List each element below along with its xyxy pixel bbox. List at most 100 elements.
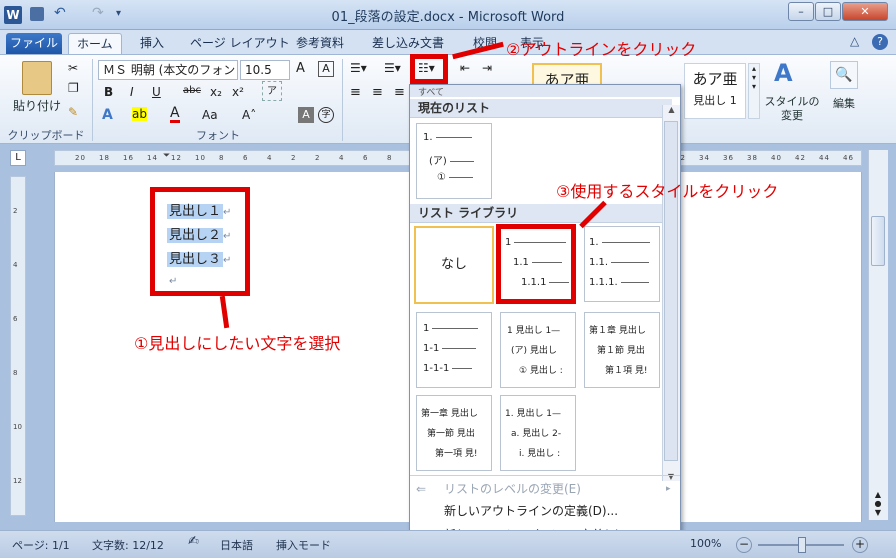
save-icon[interactable] (30, 7, 44, 21)
grow-font-icon[interactable]: A (296, 61, 305, 76)
list-row-line (448, 176, 473, 178)
ruler-tick: 6 (243, 154, 249, 162)
zoom-level[interactable]: 100% (690, 537, 721, 550)
increase-indent-icon[interactable]: ⇥ (482, 61, 492, 75)
vertical-scrollbar[interactable]: ▲ ● ▼ (868, 150, 888, 520)
copy-icon[interactable]: ❐ (68, 81, 79, 95)
strikethrough-button[interactable]: abc (183, 85, 201, 96)
style-heading1-sample: あア亜 (692, 70, 738, 88)
underline-button[interactable]: U (152, 85, 161, 99)
customize-qat-icon[interactable]: ▾ (116, 8, 121, 19)
cut-icon[interactable]: ✂ (68, 61, 78, 75)
proofing-icon[interactable]: ✍ (188, 534, 199, 549)
minimize-button[interactable]: – (788, 2, 814, 21)
bold-button[interactable]: B (104, 85, 113, 99)
page-count[interactable]: ページ: 1/1 (12, 537, 70, 553)
font-color-icon[interactable]: A (170, 106, 180, 123)
styles-gallery-more-button[interactable]: ▴ ▾ ▾ (748, 63, 760, 119)
current-list-header: 現在のリスト (410, 99, 672, 118)
list-style-option[interactable]: 1 見出し 1— (ア) 見出し ① 見出し : (500, 312, 576, 388)
gallery-scrollbar[interactable]: ▲ ▼ (662, 105, 680, 481)
zoom-in-icon[interactable]: + (852, 537, 868, 553)
language-indicator[interactable]: 日本語 (220, 537, 253, 553)
change-case-icon[interactable]: Aa (202, 108, 218, 122)
character-shading-icon[interactable]: A (298, 107, 314, 123)
superscript-button[interactable]: x² (232, 85, 244, 99)
find-icon[interactable]: 🔍 (830, 61, 858, 89)
paste-icon[interactable] (22, 61, 52, 95)
define-new-outline-menu-item[interactable]: 新しいアウトラインの定義(D)... (410, 500, 680, 522)
scroll-up-icon[interactable]: ▲ (663, 105, 680, 114)
highlight-icon[interactable]: ab (132, 107, 147, 121)
annotation-step3: ③使用するスタイルをクリック (556, 182, 779, 201)
scrollbar-thumb[interactable] (871, 216, 885, 266)
collapse-ribbon-icon[interactable]: △ (850, 34, 859, 48)
tab-mailings[interactable]: 差し込み文書 (364, 33, 452, 54)
change-styles-icon[interactable]: A (774, 59, 793, 87)
font-grow-shrink-icon[interactable]: A˄ (242, 108, 256, 122)
zoom-out-icon[interactable]: − (736, 537, 752, 553)
ruler-tick: 16 (123, 154, 134, 162)
phonetic-guide-icon[interactable]: ア (262, 81, 282, 101)
list-style-option[interactable]: 第一章 見出し 第一節 見出 第一項 見! (416, 395, 492, 471)
tab-references[interactable]: 参考資料 (288, 33, 352, 54)
font-name-combo[interactable]: ＭＳ 明朝 (本文のフォン (98, 60, 238, 80)
ruler-tick: 4 (13, 261, 18, 269)
align-right-icon[interactable]: ≡ (394, 85, 405, 100)
help-icon[interactable]: ? (872, 34, 888, 50)
list-style-option[interactable]: 第１章 見出し 第１節 見出 第１項 見! (584, 312, 660, 388)
subscript-button[interactable]: x₂ (210, 85, 222, 99)
redo-icon[interactable]: ↷ (92, 5, 104, 21)
menu-separator (410, 475, 680, 476)
list-level-row: (ア) (429, 152, 474, 167)
decrease-indent-icon[interactable]: ⇤ (460, 61, 470, 75)
undo-icon[interactable]: ↶ (54, 5, 66, 21)
list-style-option[interactable]: 1. 見出し 1— a. 見出し 2- i. 見出し : (500, 395, 576, 471)
ruler-tick: 14 (147, 154, 158, 162)
tab-home[interactable]: ホーム (68, 33, 122, 54)
paste-button[interactable]: 貼り付け (12, 97, 62, 114)
ruler-tick: 44 (819, 154, 830, 162)
tab-file[interactable]: ファイル (6, 33, 62, 54)
list-style-none[interactable]: なし (414, 226, 494, 304)
browse-object-icon[interactable]: ▲ ● ▼ (871, 490, 885, 517)
current-list-style[interactable]: 1. (ア) ① (416, 123, 492, 199)
change-list-level-menu-item[interactable]: ⇐ リストのレベルの変更(E) ▸ (410, 478, 680, 500)
tab-insert[interactable]: 挿入 (132, 33, 172, 54)
clear-format-icon[interactable]: A (318, 61, 334, 77)
gallery-filter-all[interactable]: すべて (410, 85, 680, 98)
enclose-character-icon[interactable]: 字 (318, 107, 334, 123)
list-style-option[interactable]: 1 1-1 1-1-1 (416, 312, 492, 388)
indent-marker-icon[interactable]: ⏷ (163, 151, 170, 161)
style-heading1[interactable]: あア亜 見出し 1 (684, 63, 746, 119)
ruler-tick: 34 (699, 154, 710, 162)
maximize-button[interactable]: □ (815, 2, 841, 21)
text-effects-icon[interactable]: A (102, 107, 113, 123)
format-painter-icon[interactable]: ✎ (68, 105, 78, 119)
zoom-slider-thumb[interactable] (798, 537, 806, 553)
close-button[interactable]: ✕ (842, 2, 888, 21)
gallery-scroll-thumb[interactable] (664, 121, 678, 461)
list-row-label: 1-1-1 (423, 363, 450, 374)
align-center-icon[interactable]: ≡ (372, 85, 383, 100)
list-style-option[interactable]: 1. 1.1. 1.1.1. (584, 226, 660, 302)
insert-mode-indicator[interactable]: 挿入モード (276, 537, 331, 553)
multilevel-list-gallery[interactable]: すべて 現在のリスト 1. (ア) ① リスト ライブラリ なし 1 1. 1 1… (409, 84, 681, 558)
group-separator (342, 59, 343, 141)
annotation-step2: ②アウトラインをクリック (506, 40, 697, 59)
list-level-row: 1. (589, 237, 650, 248)
word-app-icon[interactable]: W (4, 6, 22, 24)
font-size-combo[interactable]: 10.5 (240, 60, 290, 80)
outline-button-highlight (410, 54, 448, 84)
tab-page-layout[interactable]: ページ レイアウト (182, 33, 298, 54)
selection-highlight-box (150, 187, 250, 296)
editing-button[interactable]: 編集 (826, 95, 862, 111)
tab-selector-button[interactable]: L (10, 150, 26, 166)
list-level-row: 1 (423, 323, 479, 334)
bullets-icon[interactable]: ☰▾ (350, 61, 367, 75)
change-styles-button[interactable]: スタイルの 変更 (762, 95, 822, 123)
align-left-icon[interactable]: ≡ (350, 85, 361, 100)
italic-button[interactable]: I (130, 85, 134, 99)
numbering-icon[interactable]: ☰▾ (384, 61, 401, 75)
word-count[interactable]: 文字数: 12/12 (92, 537, 164, 553)
